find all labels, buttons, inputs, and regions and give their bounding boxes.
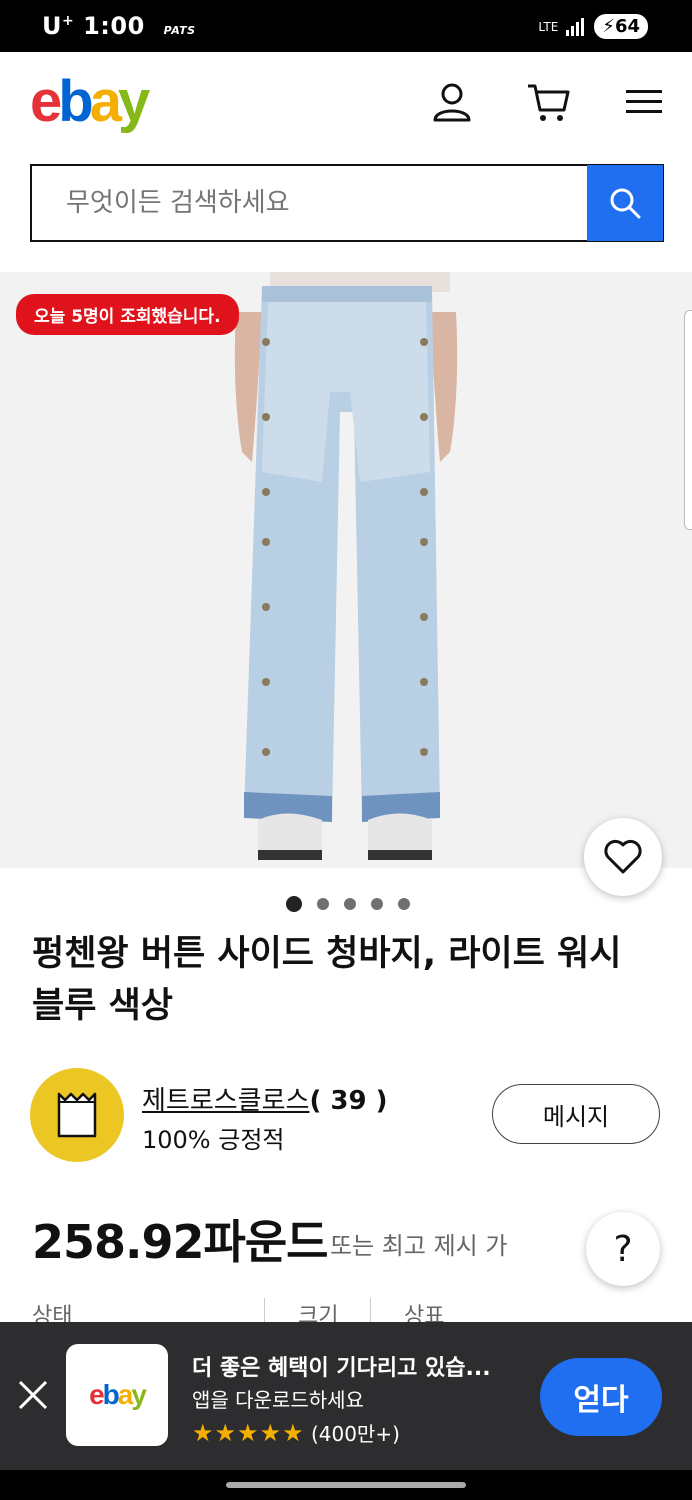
logo-b: b	[58, 69, 93, 134]
app-download-banner: ebay 더 좋은 혜택이 기다리고 있습... 앱을 다운로드하세요 ★★★★…	[0, 1322, 692, 1470]
pagination-dot[interactable]	[317, 898, 329, 910]
signal-icon	[566, 17, 585, 36]
battery-level: 64	[614, 16, 640, 37]
seller-avatar[interactable]	[30, 1068, 124, 1162]
pagination-dot[interactable]	[371, 898, 383, 910]
system-nav-bar	[0, 1470, 692, 1500]
ebay-app-icon: ebay	[66, 1344, 168, 1446]
carrier: U	[42, 12, 62, 40]
app-logo-b: b	[102, 1379, 120, 1410]
price-note: 또는 최고 제시 가	[330, 1232, 508, 1260]
seller-name[interactable]: 제트로스클로스	[142, 1086, 309, 1116]
home-handle[interactable]	[226, 1482, 466, 1488]
gallery-pagination	[286, 896, 410, 912]
close-icon[interactable]	[16, 1378, 50, 1412]
menu-icon[interactable]	[622, 80, 666, 124]
status-extra: PATS	[163, 24, 196, 37]
message-button[interactable]: 메시지	[492, 1084, 660, 1144]
logo-e: e	[30, 69, 62, 134]
scroll-indicator[interactable]	[684, 310, 692, 530]
battery-badge: ⚡64	[594, 14, 648, 39]
review-count: (400만+)	[310, 1422, 400, 1446]
cart-icon[interactable]	[526, 80, 570, 124]
banner-subtitle: 앱을 다운로드하세요	[192, 1388, 364, 1412]
app-logo-a: a	[117, 1379, 134, 1410]
seller-name-row[interactable]: 제트로스클로스( 39 )	[142, 1080, 388, 1117]
carrier-sup: +	[62, 13, 75, 29]
pagination-dot[interactable]	[398, 898, 410, 910]
jeans-image	[234, 272, 458, 860]
app-logo-y: y	[131, 1379, 147, 1410]
search-button[interactable]	[587, 165, 663, 241]
get-app-button[interactable]: 얻다	[540, 1358, 662, 1436]
app-logo-e: e	[89, 1379, 105, 1410]
ebay-logo[interactable]: ebay	[30, 68, 150, 135]
watch-button[interactable]	[584, 818, 662, 896]
clock: 1:00	[83, 12, 145, 40]
divider	[264, 1298, 265, 1322]
status-bar: U+ 1:00 PATS LTE ⚡64	[0, 0, 692, 52]
seller-feedback: 100% 긍정적	[142, 1126, 285, 1154]
header: ebay	[0, 52, 692, 152]
item-specifics-row: 상태 크기 상표	[0, 1294, 692, 1329]
product-title: 펑첸왕 버튼 사이드 청바지, 라이트 워시 블루 색상	[32, 934, 622, 1026]
product-image-gallery[interactable]: 오늘 5명이 조회했습니다.	[0, 272, 692, 868]
logo-a: a	[89, 69, 122, 134]
rating-stars: ★★★★★	[192, 1419, 305, 1447]
account-icon[interactable]	[430, 80, 474, 124]
seller-score: ( 39 )	[309, 1086, 388, 1116]
banner-rating: ★★★★★ (400만+)	[192, 1418, 400, 1447]
search-input[interactable]	[32, 166, 587, 240]
pagination-dot[interactable]	[344, 898, 356, 910]
banner-title: 더 좋은 혜택이 기다리고 있습...	[192, 1356, 491, 1381]
network-label: LTE	[538, 19, 559, 34]
divider	[370, 1298, 371, 1322]
logo-y: y	[117, 69, 150, 134]
heart-icon	[604, 839, 642, 874]
search-bar	[30, 164, 664, 242]
status-right: LTE ⚡64	[538, 14, 648, 39]
store-icon	[57, 1092, 97, 1138]
views-badge: 오늘 5명이 조회했습니다.	[16, 294, 239, 335]
help-button[interactable]: ?	[586, 1212, 660, 1286]
status-left: U+ 1:00 PATS	[42, 12, 196, 40]
pagination-dot[interactable]	[286, 896, 302, 912]
search-icon	[610, 188, 641, 219]
price: 258.92파운드	[32, 1215, 328, 1269]
